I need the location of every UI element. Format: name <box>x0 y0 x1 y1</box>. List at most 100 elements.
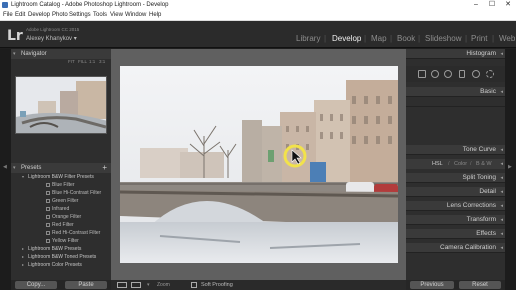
right-panel: Histogram ◂ Basic ◂ Tone Curve ◂ HSL / C… <box>406 49 505 280</box>
color-tab[interactable]: Color <box>454 159 467 169</box>
module-separator: | <box>390 34 393 43</box>
close-button[interactable]: ✕ <box>500 0 516 10</box>
module-print[interactable]: Print <box>471 34 487 43</box>
menu-file[interactable]: File <box>3 10 13 21</box>
module-develop[interactable]: Develop <box>332 34 361 43</box>
chevron-down-icon[interactable]: ▾ <box>147 280 150 290</box>
preset-folder[interactable]: ▸ Lightroom B&W Toned Presets <box>11 253 111 261</box>
right-panel-toggle-strip[interactable]: ▶ <box>505 49 516 290</box>
zoom-fill[interactable]: FILL <box>78 59 87 64</box>
menu-settings[interactable]: Settings <box>69 10 91 21</box>
hsl-separator: / <box>470 161 472 167</box>
menu-view[interactable]: View <box>110 10 123 21</box>
zoom-1-1[interactable]: 1:1 <box>89 59 95 64</box>
preset-item-label: Blue Filter <box>52 182 75 188</box>
left-panel: ▾ Navigator FIT FILL 1:1 3:1 ▾ Presets +… <box>11 49 111 280</box>
zoom-fit[interactable]: FIT <box>68 59 75 64</box>
section-hsl[interactable]: HSL / Color / B & W ◂ <box>406 159 505 169</box>
identity-plate-user[interactable]: Alexey Khanykov ▾ <box>26 35 77 42</box>
before-after-icon[interactable] <box>131 282 141 288</box>
preset-item[interactable]: Blue Filter <box>11 181 111 189</box>
red-eye-icon[interactable] <box>444 70 452 78</box>
module-map[interactable]: Map <box>371 34 387 43</box>
preset-folder[interactable]: ▸ Lightroom B&W Presets <box>11 245 111 253</box>
folder-arrow-icon: ▾ <box>22 174 25 179</box>
adjustment-brush-icon[interactable] <box>486 70 494 78</box>
bw-tab[interactable]: B & W <box>476 159 492 169</box>
left-bottom-bar: Copy... Paste <box>11 280 111 290</box>
photo-preview[interactable] <box>120 66 398 263</box>
preset-item[interactable]: Yellow Filter <box>11 237 111 245</box>
module-book[interactable]: Book <box>397 34 415 43</box>
preset-item[interactable]: Infrared <box>11 205 111 213</box>
section-basic[interactable]: Basic ◂ <box>406 87 505 97</box>
copy-button[interactable]: Copy... <box>15 281 57 289</box>
navigator-thumbnail <box>16 77 106 133</box>
navigator-title: Navigator <box>21 51 47 57</box>
left-panel-toggle-strip[interactable]: ◀ <box>0 49 11 290</box>
zoom-3-1[interactable]: 3:1 <box>99 59 105 64</box>
section-effects[interactable]: Effects ◂ <box>406 229 505 239</box>
navigator-preview[interactable] <box>15 76 107 134</box>
preset-item[interactable]: Red Hi-Contrast Filter <box>11 229 111 237</box>
radial-filter-icon[interactable] <box>472 70 480 78</box>
minimize-button[interactable]: – <box>468 0 484 10</box>
menu-window[interactable]: Window <box>125 10 146 21</box>
preset-item[interactable]: Green Filter <box>11 197 111 205</box>
module-separator: | <box>492 34 495 43</box>
histogram-header[interactable]: Histogram ◂ <box>406 49 505 59</box>
module-web[interactable]: Web <box>499 34 515 43</box>
menu-tools[interactable]: Tools <box>93 10 107 21</box>
section-label: Camera Calibration <box>440 244 496 251</box>
section-label: Effects <box>476 230 496 237</box>
preset-item[interactable]: Blue Hi-Contrast Filter <box>11 189 111 197</box>
reset-button[interactable]: Reset <box>459 281 501 289</box>
paste-button[interactable]: Paste <box>65 281 107 289</box>
presets-header[interactable]: ▾ Presets + <box>11 163 111 173</box>
spot-removal-icon[interactable] <box>431 70 439 78</box>
navigator-header[interactable]: ▾ Navigator <box>11 49 111 59</box>
hsl-tab[interactable]: HSL <box>432 159 443 169</box>
section-label: Detail <box>479 188 496 195</box>
crop-tool-icon[interactable] <box>418 70 426 78</box>
menu-edit[interactable]: Edit <box>15 10 25 21</box>
loupe-view-icon[interactable] <box>117 282 127 288</box>
maximize-button[interactable]: ☐ <box>484 0 500 10</box>
preset-icon <box>46 223 50 227</box>
preset-icon <box>46 207 50 211</box>
photo-image <box>120 66 398 263</box>
folder-arrow-icon: ▸ <box>22 254 25 259</box>
section-camera-calibration[interactable]: Camera Calibration ◂ <box>406 243 505 253</box>
collapse-triangle-icon: ◂ <box>500 161 503 167</box>
preset-item[interactable]: Red Filter <box>11 221 111 229</box>
section-detail[interactable]: Detail ◂ <box>406 187 505 197</box>
preset-folder[interactable]: ▾ Lightroom B&W Filter Presets <box>11 173 111 181</box>
section-lens-corrections[interactable]: Lens Corrections ◂ <box>406 201 505 211</box>
hsl-separator: / <box>448 161 450 167</box>
preset-folder[interactable]: ▸ Lightroom Color Presets <box>11 261 111 269</box>
product-name: Adobe Lightroom CC 2015 <box>26 27 80 32</box>
section-tone-curve[interactable]: Tone Curve ◂ <box>406 145 505 155</box>
module-bar: Lr Adobe Lightroom CC 2015 Alexey Khanyk… <box>0 21 516 48</box>
add-preset-icon[interactable]: + <box>102 163 107 173</box>
preset-item-label: Red Hi-Contrast Filter <box>52 230 101 236</box>
preset-item[interactable]: Orange Filter <box>11 213 111 221</box>
window-title: Lightroom Catalog - Adobe Photoshop Ligh… <box>11 2 169 8</box>
module-slideshow[interactable]: Slideshow <box>425 34 461 43</box>
graduated-filter-icon[interactable] <box>459 70 465 78</box>
section-basic-label: Basic <box>480 88 496 95</box>
bottom-toolbar: ▾ Zoom Soft Proofing <box>111 280 406 290</box>
menu-photo[interactable]: Photo <box>52 10 68 21</box>
soft-proofing-checkbox[interactable] <box>191 282 197 288</box>
folder-arrow-icon: ▸ <box>22 262 25 267</box>
preset-icon <box>46 231 50 235</box>
module-library[interactable]: Library <box>296 34 320 43</box>
image-canvas[interactable] <box>111 49 406 280</box>
menu-develop[interactable]: Develop <box>28 10 50 21</box>
previous-button[interactable]: Previous <box>410 281 454 289</box>
soft-proofing-label: Soft Proofing <box>201 282 233 288</box>
section-split-toning[interactable]: Split Toning ◂ <box>406 173 505 183</box>
menu-help[interactable]: Help <box>149 10 161 21</box>
menu-bar: File Edit Develop Photo Settings Tools V… <box>0 10 516 21</box>
section-transform[interactable]: Transform ◂ <box>406 215 505 225</box>
